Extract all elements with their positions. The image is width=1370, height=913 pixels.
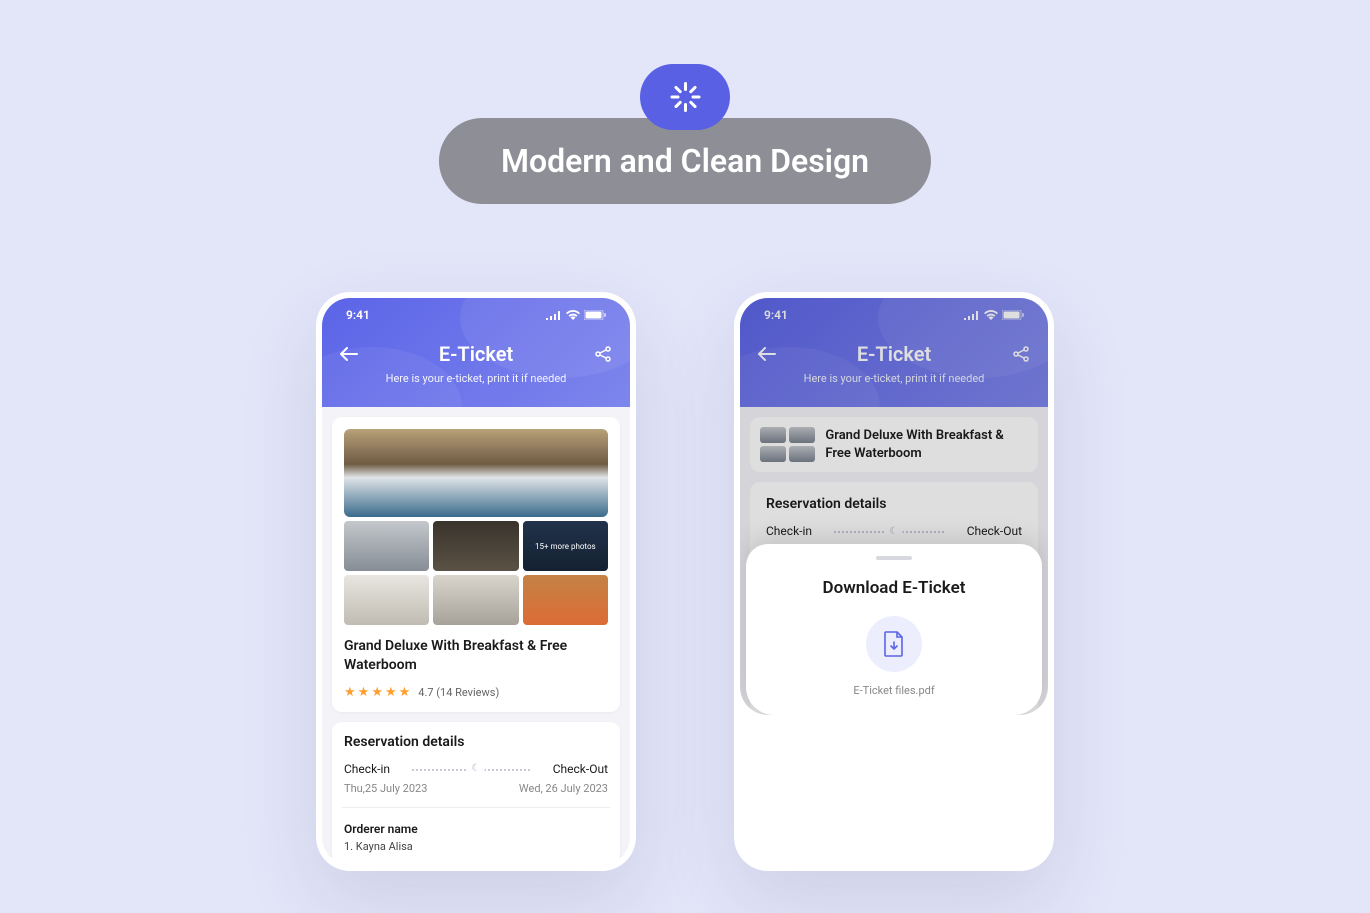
rating-text: 4.7 (14 Reviews) [418,686,499,699]
orderer-value: 1. Kayna Alisa [344,840,608,853]
check-out-date: Wed, 26 July 2023 [519,782,608,795]
orderer-label: Orderer name [344,822,608,836]
star-icon: ★ [358,685,370,700]
page-title: E-Ticket [778,342,1010,366]
download-filename: E-Ticket files.pdf [766,684,1022,697]
room-card: 15+ more photos Grand Deluxe With Breakf… [332,417,620,712]
phone-mockup-1: 9:41 E-Ticket Here is yo [316,292,636,871]
header-title: Modern and Clean Design [439,118,931,204]
battery-icon [584,310,606,320]
wifi-icon [984,310,998,320]
thumbnail-3[interactable]: 15+ more photos [523,521,608,571]
reservation-title: Reservation details [344,734,608,750]
arrow-left-icon [340,347,358,361]
download-sheet: Download E-Ticket E-Ticket files.pdf [746,544,1042,715]
thumbnail[interactable] [789,427,815,443]
check-out-label: Check-Out [967,524,1022,538]
thumbnail-2[interactable] [433,521,518,571]
room-thumbnails [760,427,815,462]
star-icon: ★ [344,685,356,700]
status-icons [964,310,1024,320]
reservation-title: Reservation details [766,496,1022,512]
share-icon [1013,346,1029,362]
reservation-card: Reservation details Check-in ☾ Check-Out… [332,722,620,865]
check-in-label: Check-in [766,524,812,538]
star-icon: ★ [371,685,383,700]
thumbnail[interactable] [760,427,786,443]
battery-icon [1002,310,1024,320]
page-title: E-Ticket [360,342,592,366]
thumbnail[interactable] [789,446,815,462]
room-title: Grand Deluxe With Breakfast & Free Water… [825,427,1028,462]
more-photos-overlay[interactable]: 15+ more photos [523,521,608,571]
phone1-header: 9:41 E-Ticket Here is yo [322,298,630,407]
share-icon [595,346,611,362]
signal-icon [964,310,980,320]
phone-mockup-2: 9:41 E-Ticket Here is yo [734,292,1054,871]
thumbnail[interactable] [760,446,786,462]
status-icons [546,310,606,320]
sheet-handle[interactable] [876,556,912,560]
star-icon: ★ [399,685,411,700]
share-button[interactable] [592,343,614,365]
wifi-icon [566,310,580,320]
page-subtitle: Here is your e-ticket, print it if neede… [338,372,614,385]
thumbnail-1[interactable] [344,521,429,571]
thumbnail-5[interactable] [433,575,518,625]
status-time: 9:41 [346,308,370,322]
hero-image[interactable] [344,429,608,517]
status-time: 9:41 [764,308,788,322]
share-button[interactable] [1010,343,1032,365]
arrow-left-icon [758,347,776,361]
page-subtitle: Here is your e-ticket, print it if neede… [756,372,1032,385]
check-in-date: Thu,25 July 2023 [344,782,427,795]
spinner-icon [670,82,700,112]
phone2-header: 9:41 E-Ticket Here is yo [740,298,1048,407]
signal-icon [546,310,562,320]
divider [342,807,610,808]
check-in-label: Check-in [344,762,390,776]
back-button[interactable] [756,343,778,365]
download-button[interactable] [866,616,922,672]
thumbnail-4[interactable] [344,575,429,625]
room-title: Grand Deluxe With Breakfast & Free Water… [344,637,608,675]
header-spinner-badge [640,64,730,130]
file-download-icon [883,631,905,657]
thumbnail-6[interactable] [523,575,608,625]
moon-icon: ☾ [468,763,485,774]
moon-icon: ☾ [886,526,903,537]
rating-row: ★ ★ ★ ★ ★ 4.7 (14 Reviews) [344,685,608,700]
room-summary-card: Grand Deluxe With Breakfast & Free Water… [750,417,1038,472]
check-out-label: Check-Out [553,762,608,776]
sheet-title: Download E-Ticket [766,578,1022,598]
star-icon: ★ [385,685,397,700]
back-button[interactable] [338,343,360,365]
